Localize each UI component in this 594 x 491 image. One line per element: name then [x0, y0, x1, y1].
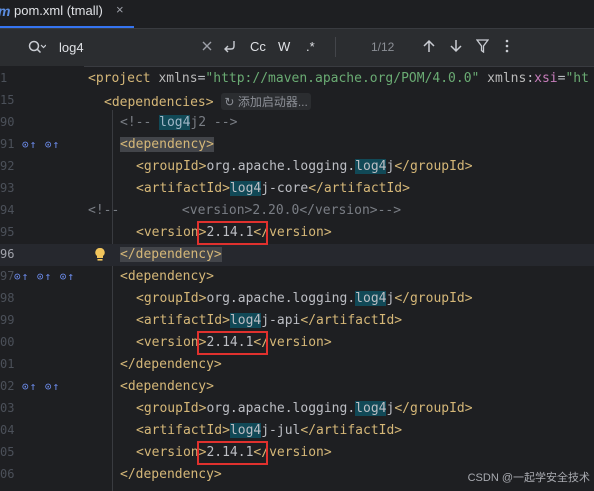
close-icon[interactable]: × — [116, 2, 124, 17]
code-text: <groupId>org.apache.logging.log4j</group… — [136, 291, 473, 306]
code-line[interactable]: 90 <!-- log4j2 --> — [0, 112, 594, 134]
code-text: <artifactId>log4j-api</artifactId> — [136, 313, 403, 328]
code-text: <dependency> — [120, 379, 214, 394]
line-number: 03 — [0, 401, 15, 415]
line-number: 98 — [0, 291, 15, 305]
whole-words-button[interactable]: W — [278, 39, 290, 54]
lightbulb-icon[interactable] — [94, 247, 106, 266]
code-line[interactable]: 03 <groupId>org.apache.logging.log4j</gr… — [0, 398, 594, 420]
match-count: 1/12 — [371, 40, 395, 54]
line-number: 95 — [0, 225, 15, 239]
code-line[interactable]: 04 <artifactId>log4j-jul</artifactId> — [0, 420, 594, 442]
tab-label: pom.xml (tmall) — [14, 3, 103, 18]
new-line-icon[interactable] — [222, 38, 238, 57]
code-line[interactable]: 02 ⊙↑ ⊙↑ <dependency> — [0, 376, 594, 398]
previous-match-icon[interactable] — [423, 39, 435, 56]
git-change-icons[interactable]: ⊙↑ ⊙↑ ⊙↑ — [14, 270, 75, 283]
line-number: 06 — [0, 467, 15, 481]
code-comment: <!-- log4j2 --> — [120, 115, 238, 130]
code-line[interactable]: 93 <artifactId>log4j-core</artifactId> — [0, 178, 594, 200]
line-number: 02 — [0, 379, 15, 393]
code-text: <dependencies> ↻ 添加启动器... — [104, 93, 311, 110]
code-text: <dependency> — [120, 269, 214, 284]
tab-pom-xml[interactable]: m pom.xml (tmall) × — [0, 0, 134, 28]
code-text: <project xmlns="http://maven.apache.org/… — [88, 71, 589, 86]
line-number: 96 — [0, 247, 15, 261]
code-text: <artifactId>log4j-jul</artifactId> — [136, 423, 403, 438]
maven-file-icon: m — [0, 3, 10, 19]
version-highlight-box — [197, 331, 268, 355]
divider — [335, 37, 336, 57]
line-number: 92 — [0, 159, 15, 173]
code-line[interactable]: 99 <artifactId>log4j-api</artifactId> — [0, 310, 594, 332]
code-line[interactable]: 95 <version>2.14.1</version> — [0, 222, 594, 244]
git-change-icons[interactable]: ⊙↑ ⊙↑ — [22, 380, 60, 393]
line-number: 94 — [0, 203, 15, 217]
search-input[interactable] — [59, 38, 189, 56]
match-case-button[interactable]: Cc — [250, 39, 266, 54]
line-number: 90 — [0, 115, 15, 129]
code-text: </dependency> — [120, 357, 222, 372]
version-highlight-box — [197, 441, 268, 465]
code-line-current[interactable]: 96 </dependency> — [0, 244, 594, 266]
code-line[interactable]: 15 <dependencies> ↻ 添加启动器... — [0, 90, 594, 112]
watermark: CSDN @一起学安全技术 — [467, 472, 590, 484]
code-line[interactable]: 94 <!-- <version>2.20.0</version>--> — [0, 200, 594, 222]
more-options-icon[interactable] — [505, 39, 509, 56]
line-number: 04 — [0, 423, 15, 437]
line-number: 97 — [0, 269, 15, 283]
refresh-icon: ↻ — [224, 95, 235, 109]
line-number: 15 — [0, 93, 15, 107]
find-bar: Cc W .* 1/12 — [0, 29, 594, 67]
line-number: 1 — [0, 71, 8, 85]
code-line[interactable]: 92 <groupId>org.apache.logging.log4j</gr… — [0, 156, 594, 178]
code-line[interactable]: 91 ⊙↑ ⊙↑ <dependency> — [0, 134, 594, 156]
code-text: </dependency> — [120, 467, 222, 482]
code-line[interactable]: 05 <version>2.14.1</version> — [0, 442, 594, 464]
line-number: 05 — [0, 445, 15, 459]
code-text: <artifactId>log4j-core</artifactId> — [136, 181, 410, 196]
code-editor[interactable]: 1 <project xmlns="http://maven.apache.or… — [0, 66, 594, 491]
code-text: </dependency> — [120, 247, 222, 262]
filter-icon[interactable] — [475, 39, 490, 56]
version-highlight-box — [197, 221, 268, 245]
line-number: 93 — [0, 181, 15, 195]
line-number: 91 — [0, 137, 15, 151]
git-change-icons[interactable]: ⊙↑ ⊙↑ — [22, 138, 60, 151]
code-text: <groupId>org.apache.logging.log4j</group… — [136, 159, 473, 174]
code-comment: <!-- <version>2.20.0</version>--> — [88, 203, 402, 218]
line-number: 00 — [0, 335, 15, 349]
line-number: 99 — [0, 313, 15, 327]
next-match-icon[interactable] — [450, 39, 462, 56]
code-line[interactable]: 98 <groupId>org.apache.logging.log4j</gr… — [0, 288, 594, 310]
code-line[interactable]: 97 ⊙↑ ⊙↑ ⊙↑ <dependency> — [0, 266, 594, 288]
add-starter-hint[interactable]: ↻ 添加启动器... — [221, 93, 311, 110]
code-line[interactable]: 1 <project xmlns="http://maven.apache.or… — [0, 68, 594, 90]
code-line[interactable]: 01 </dependency> — [0, 354, 594, 376]
editor-tab-bar: m pom.xml (tmall) × — [0, 0, 594, 29]
code-text: <dependency> — [120, 137, 214, 152]
line-number: 01 — [0, 357, 15, 371]
code-text: <groupId>org.apache.logging.log4j</group… — [136, 401, 473, 416]
code-line[interactable]: 00 <version>2.14.1</version> — [0, 332, 594, 354]
clear-search-icon[interactable] — [202, 39, 212, 54]
regex-button[interactable]: .* — [306, 39, 315, 54]
search-icon[interactable] — [28, 40, 47, 59]
